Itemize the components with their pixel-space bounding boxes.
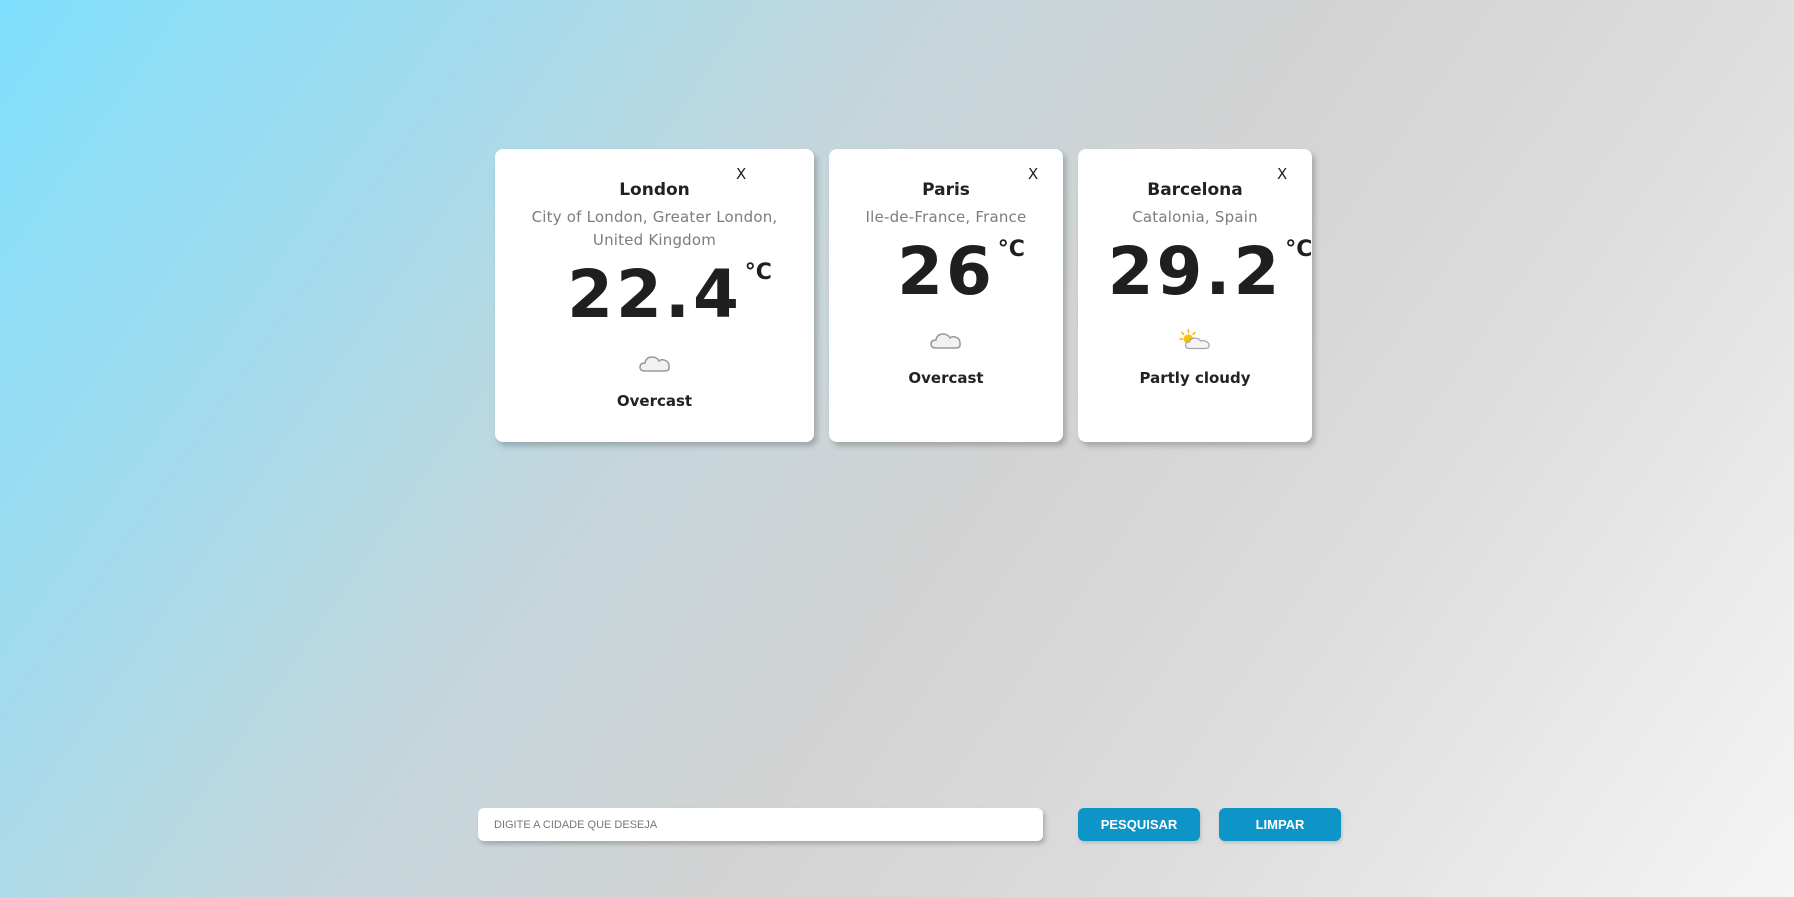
weather-card-barcelona: X Barcelona Catalonia, Spain 29.2 °C Par… xyxy=(1078,149,1312,442)
temperature-value: 29.2 xyxy=(1107,233,1283,310)
weather-condition: Partly cloudy xyxy=(1139,369,1251,387)
city-region: City of London, Greater London, United K… xyxy=(531,208,778,249)
search-button[interactable]: PESQUISAR xyxy=(1078,808,1200,841)
city-name: Paris xyxy=(922,180,970,200)
close-card-button[interactable]: X xyxy=(736,165,746,183)
search-bar: PESQUISAR LIMPAR xyxy=(478,808,1341,841)
temperature-unit: °C xyxy=(744,260,772,285)
weather-condition: Overcast xyxy=(908,369,984,387)
clear-button[interactable]: LIMPAR xyxy=(1219,808,1341,841)
weather-condition: Overcast xyxy=(616,392,693,410)
weather-card-london: X London City of London, Greater London,… xyxy=(495,149,814,442)
temperature-display: 29.2 °C xyxy=(1107,231,1313,313)
city-region: Ile-de-France, France xyxy=(865,208,1027,226)
weather-card-paris: X Paris Ile-de-France, France 26 °C Over… xyxy=(829,149,1063,442)
partly-cloudy-icon xyxy=(1179,328,1210,350)
city-search-input[interactable] xyxy=(478,808,1043,841)
close-card-button[interactable]: X xyxy=(1028,165,1038,183)
city-name: Barcelona xyxy=(1147,180,1243,200)
close-card-button[interactable]: X xyxy=(1277,165,1287,183)
cloud-icon xyxy=(638,356,670,372)
temperature-value: 26 xyxy=(897,233,995,310)
city-region: Catalonia, Spain xyxy=(1132,208,1258,226)
city-name: London xyxy=(619,180,690,200)
cloud-icon xyxy=(930,333,961,349)
temperature-unit: °C xyxy=(1285,237,1313,262)
temperature-unit: °C xyxy=(997,237,1025,262)
weather-cards: X London City of London, Greater London,… xyxy=(495,149,1312,442)
temperature-display: 26 °C xyxy=(897,231,1025,313)
temperature-value: 22.4 xyxy=(567,256,742,333)
temperature-display: 22.4 °C xyxy=(567,254,772,336)
